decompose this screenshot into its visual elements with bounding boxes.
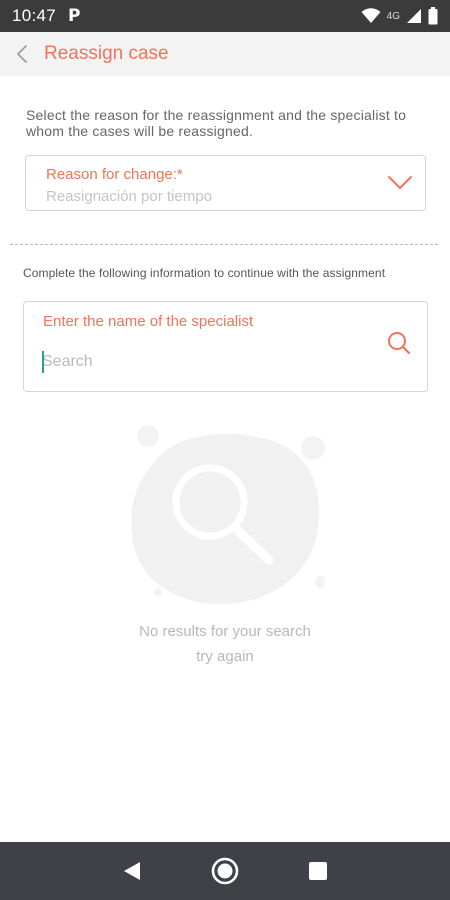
specialist-label: Enter the name of the specialist: [43, 313, 254, 330]
app-bar: Reassign case: [0, 32, 450, 76]
nav-back-button[interactable]: [112, 851, 152, 891]
text-cursor: [42, 351, 44, 373]
wifi-icon: [361, 8, 381, 23]
status-bar: 10:47 P 4G: [0, 0, 450, 32]
search-input[interactable]: [42, 348, 372, 376]
section-divider: [10, 244, 438, 245]
system-nav-bar: [0, 842, 450, 900]
magnifier-illustration: [131, 425, 325, 605]
empty-state-hint: try again: [196, 648, 254, 665]
specialist-search-field[interactable]: Enter the name of the specialist: [23, 301, 428, 392]
nav-recents-button[interactable]: [298, 851, 338, 891]
signal-icon: [407, 9, 421, 23]
battery-icon: [428, 7, 438, 25]
reason-selected-value: Reasignación por tiempo: [46, 188, 212, 205]
status-icons: 4G: [361, 7, 438, 25]
network-type: 4G: [386, 10, 400, 22]
search-icon: [388, 332, 411, 355]
reason-label: Reason for change:*: [46, 166, 183, 183]
recents-square-icon: [309, 862, 328, 880]
status-time: 10:47: [12, 6, 57, 25]
chevron-left-icon: [17, 45, 27, 63]
app-notification-icon: P: [68, 6, 81, 26]
nav-home-button[interactable]: [205, 851, 245, 891]
reason-dropdown[interactable]: Reason for change:* Reasignación por tie…: [25, 155, 426, 211]
chevron-down-icon: [388, 176, 412, 189]
page-title: Reassign case: [44, 43, 169, 64]
specialist-instruction: Complete the following information to co…: [23, 266, 386, 280]
reason-instruction: Select the reason for the reassignment a…: [26, 107, 407, 139]
empty-state-message: No results for your search: [139, 623, 311, 640]
home-circle-icon: [211, 857, 239, 885]
back-button[interactable]: [0, 32, 44, 76]
search-button[interactable]: [385, 329, 413, 357]
back-triangle-icon: [123, 862, 140, 880]
